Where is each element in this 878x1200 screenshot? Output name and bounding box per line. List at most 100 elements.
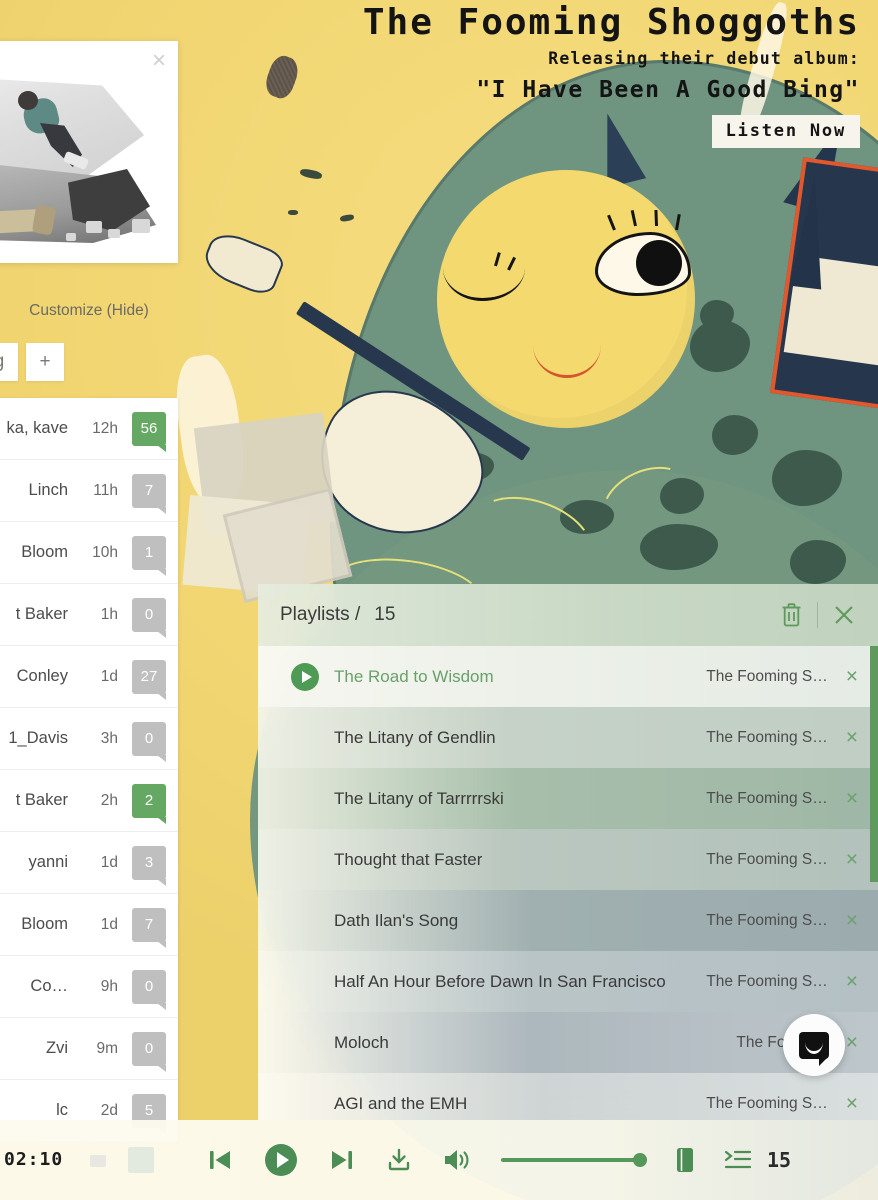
sidebar-row[interactable]: t Baker 1h 0 (0, 584, 178, 646)
comment-count-badge[interactable]: 2 (132, 783, 166, 824)
playlist-row[interactable]: Half An Hour Before Dawn In San Francisc… (258, 951, 878, 1012)
sidebar-row-name: lc (56, 1101, 68, 1119)
eyelash (654, 209, 658, 227)
download-icon[interactable] (383, 1144, 415, 1176)
chat-smile (805, 1042, 823, 1054)
sidebar-row[interactable]: t Baker 2h 2 (0, 770, 178, 832)
comment-count-badge[interactable]: 0 (132, 969, 166, 1010)
decor-fleck (288, 210, 298, 215)
tab-partial[interactable]: g (0, 343, 18, 381)
previous-track-icon[interactable] (205, 1145, 235, 1175)
playlist-song-title: The Road to Wisdom (334, 666, 494, 686)
playlist-song-title: Half An Hour Before Dawn In San Francisc… (334, 971, 666, 991)
remove-song-icon[interactable]: × (846, 910, 858, 931)
play-icon[interactable] (261, 1140, 301, 1180)
comment-count-badge[interactable]: 7 (132, 907, 166, 948)
sidebar-row-time: 11h (93, 481, 118, 499)
climber-head (18, 91, 38, 110)
sidebar-row-time: 10h (92, 543, 118, 561)
close-icon[interactable]: × (152, 49, 166, 73)
sidebar-list: ka, kave 12h 56 Linch 11h 7 Bloom 10h 1 t Baker 1h… (0, 398, 178, 1142)
sidebar-row-name: Co… (30, 977, 68, 995)
comment-count-badge[interactable]: 0 (132, 721, 166, 762)
app-root: The Fooming Shoggoths Releasing their de… (0, 0, 878, 1200)
playlist-song-artist: The Fooming S… (706, 1094, 828, 1112)
queue-count: 15 (767, 1148, 792, 1172)
sidebar-row-time: 1d (100, 667, 118, 685)
volume-knob[interactable] (633, 1153, 647, 1167)
player-bar: 02:10 15 (0, 1120, 878, 1200)
add-tab-button[interactable]: + (26, 343, 64, 381)
sidebar-row[interactable]: Bloom 10h 1 (0, 522, 178, 584)
volume-icon[interactable] (441, 1145, 475, 1175)
sidebar-row-time: 2h (100, 791, 118, 809)
remove-song-icon[interactable]: × (846, 1093, 858, 1114)
playlist-row[interactable]: The Litany of Tarrrrrski The Fooming S… × (258, 768, 878, 829)
rubble (132, 219, 150, 233)
playlist-song-artist: The Fooming S… (706, 972, 828, 990)
playlist-header-actions (780, 602, 856, 628)
sidebar-row[interactable]: Co… 9h 0 (0, 956, 178, 1018)
comment-count-badge[interactable]: 0 (132, 597, 166, 638)
comment-count-badge[interactable]: 3 (132, 845, 166, 886)
listen-now-button[interactable]: Listen Now (711, 115, 860, 148)
playlist-song-title: The Litany of Gendlin (334, 727, 496, 747)
sidebar-row-time: 1d (100, 853, 118, 871)
playlist-row[interactable]: The Litany of Gendlin The Fooming S… × (258, 707, 878, 768)
comment-count-badge[interactable]: 1 (132, 535, 166, 576)
queue-icon[interactable] (723, 1146, 753, 1174)
sidebar-row[interactable]: yanni 1d 3 (0, 832, 178, 894)
sidebar-row[interactable]: 1_Davis 3h 0 (0, 708, 178, 770)
remove-song-icon[interactable]: × (846, 788, 858, 809)
volume-track (501, 1158, 647, 1162)
comment-count-badge[interactable]: 56 (132, 411, 166, 452)
remove-song-icon[interactable]: × (846, 971, 858, 992)
playlist-row[interactable]: AGI and the EMH The Fooming S… × (258, 1073, 878, 1120)
sidebar-row[interactable]: ka, kave 12h 56 (0, 398, 178, 460)
chat-bubble-icon[interactable] (783, 1014, 845, 1076)
sidebar-row-time: 3h (100, 729, 118, 747)
volume-slider[interactable] (501, 1153, 647, 1167)
playlist-row[interactable]: Dath Ilan's Song The Fooming S… × (258, 890, 878, 951)
playlist-count: 15 (374, 604, 396, 625)
sidebar-row[interactable]: Linch 11h 7 (0, 460, 178, 522)
remove-song-icon[interactable]: × (846, 666, 858, 687)
next-track-icon[interactable] (327, 1145, 357, 1175)
sidebar-row-name: Linch (28, 481, 68, 499)
customize-link[interactable]: Customize (Hide) (0, 302, 178, 320)
sidebar-row[interactable]: Conley 1d 27 (0, 646, 178, 708)
sidebar-row-time: 2d (100, 1101, 118, 1119)
rubble (108, 229, 120, 238)
trash-icon[interactable] (780, 602, 803, 628)
remove-song-icon[interactable]: × (846, 1032, 858, 1053)
climber-illustration (0, 51, 170, 257)
playlist-row[interactable]: The Road to Wisdom The Fooming S… × (258, 646, 878, 707)
playlist-song-title: Moloch (334, 1032, 389, 1052)
sidebar-row-name: t Baker (15, 791, 68, 809)
comment-count-badge[interactable]: 27 (132, 659, 166, 700)
playlist-song-title: Dath Ilan's Song (334, 910, 459, 930)
remove-song-icon[interactable]: × (846, 849, 858, 870)
playlist-scrollbar[interactable] (870, 646, 878, 882)
banner-text-block: The Fooming Shoggoths Releasing their de… (363, 0, 860, 148)
playlist-song-title: The Litany of Tarrrrrski (334, 788, 504, 808)
remove-song-icon[interactable]: × (846, 727, 858, 748)
decor-widget (90, 1155, 106, 1167)
sidebar-row-name: Conley (16, 667, 68, 685)
close-icon[interactable] (832, 603, 856, 627)
sidebar-row-name: ka, kave (6, 419, 68, 437)
sidebar-row[interactable]: Bloom 1d 7 (0, 894, 178, 956)
comment-count-badge[interactable]: 7 (132, 473, 166, 514)
lyrics-icon[interactable] (673, 1145, 697, 1175)
playlist-song-artist: The Fooming S… (706, 728, 828, 746)
comment-count-badge[interactable]: 0 (132, 1031, 166, 1072)
rubble (86, 221, 102, 233)
tab-strip: g + (0, 343, 64, 381)
sidebar-row-name: t Baker (15, 605, 68, 623)
playlist-row[interactable]: Thought that Faster The Fooming S… × (258, 829, 878, 890)
sidebar-row-time: 9h (100, 977, 118, 995)
sidebar-row[interactable]: Zvi 9m 0 (0, 1018, 178, 1080)
now-playing-icon[interactable] (290, 662, 334, 692)
image-preview-card: × (0, 41, 178, 263)
sidebar-row-time: 9m (96, 1039, 118, 1057)
